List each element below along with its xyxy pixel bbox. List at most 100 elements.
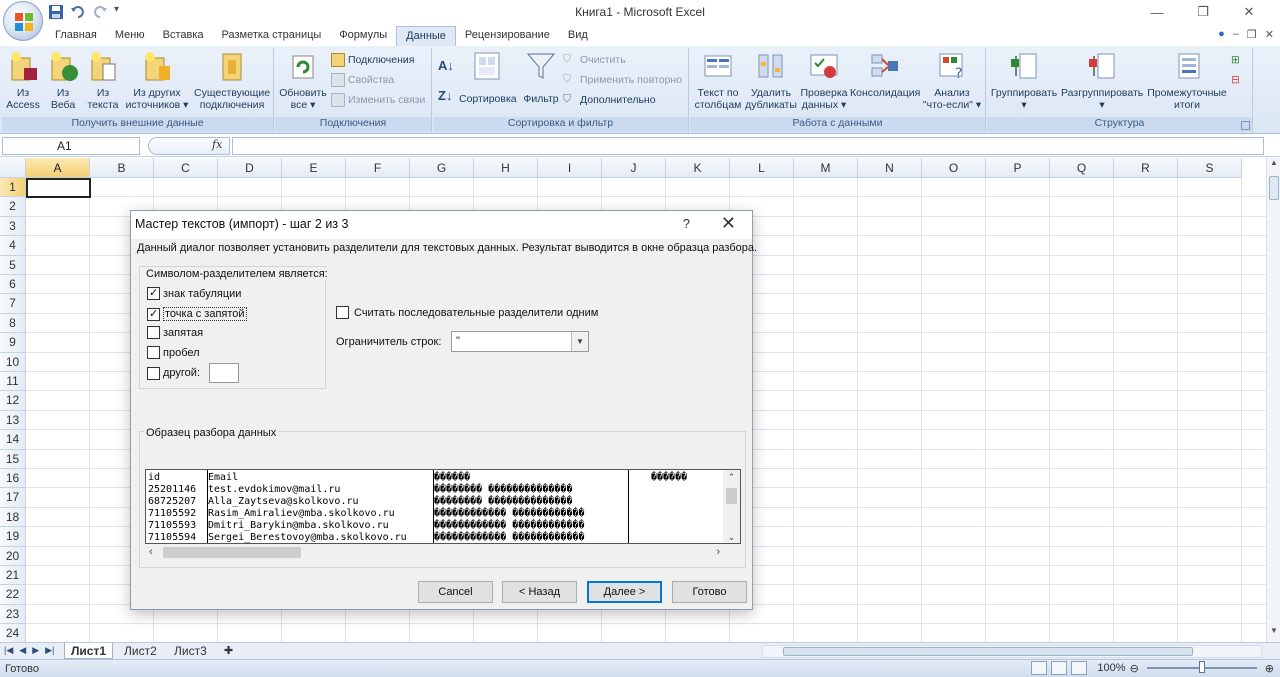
- scroll-up-icon[interactable]: ▲: [1267, 158, 1280, 174]
- column-header-G[interactable]: G: [410, 158, 474, 178]
- column-header-E[interactable]: E: [282, 158, 346, 178]
- from-text-button[interactable]: Из текста: [84, 50, 122, 111]
- normal-view-icon[interactable]: [1031, 661, 1048, 675]
- column-header-S[interactable]: S: [1178, 158, 1242, 178]
- ribbon-close-icon[interactable]: ✕: [1265, 28, 1274, 41]
- tab-review[interactable]: Рецензирование: [456, 26, 559, 46]
- dialog-close-icon[interactable]: ✕: [721, 213, 736, 234]
- column-header-D[interactable]: D: [218, 158, 282, 178]
- existing-connections-button[interactable]: Существующие подключения: [194, 50, 270, 111]
- chevron-left-icon[interactable]: ‹: [149, 546, 153, 558]
- back-button[interactable]: < Назад: [502, 581, 577, 603]
- ribbon-minimize-icon[interactable]: –: [1233, 28, 1239, 41]
- sheet-tab-3[interactable]: Лист3: [168, 643, 213, 659]
- row-header-12[interactable]: 12: [0, 391, 26, 411]
- zoom-in-icon[interactable]: ⊕: [1265, 662, 1274, 675]
- filter-button[interactable]: Фильтр: [519, 50, 563, 105]
- row-header-22[interactable]: 22: [0, 585, 26, 605]
- preview-vertical-thumb[interactable]: [726, 488, 737, 504]
- tab-formulas[interactable]: Формулы: [330, 26, 396, 46]
- outline-launcher-icon[interactable]: [1241, 121, 1250, 130]
- semicolon-checkbox[interactable]: [147, 307, 160, 321]
- column-header-M[interactable]: M: [794, 158, 858, 178]
- column-header-C[interactable]: C: [154, 158, 218, 178]
- vertical-scroll-thumb[interactable]: [1269, 176, 1279, 200]
- zoom-out-icon[interactable]: ⊖: [1130, 662, 1139, 675]
- ungroup-button[interactable]: Разгруппировать ▾: [1061, 50, 1143, 111]
- row-header-14[interactable]: 14: [0, 430, 26, 450]
- other-checkbox[interactable]: [147, 366, 160, 380]
- advanced-filter-button[interactable]: ⛉ Дополнительно: [563, 93, 656, 107]
- sort-za-icon[interactable]: Z↓: [438, 88, 452, 103]
- other-delimiter-input[interactable]: [209, 363, 240, 383]
- tab-view[interactable]: Вид: [559, 26, 597, 46]
- page-layout-view-icon[interactable]: [1051, 661, 1068, 675]
- row-header-17[interactable]: 17: [0, 488, 26, 508]
- cancel-button[interactable]: Cancel: [418, 581, 493, 603]
- preview-horizontal-thumb[interactable]: [163, 547, 301, 558]
- help-icon[interactable]: ●: [1218, 28, 1225, 41]
- page-break-view-icon[interactable]: [1071, 661, 1088, 675]
- comma-checkbox[interactable]: [147, 326, 160, 339]
- row-header-15[interactable]: 15: [0, 449, 26, 469]
- row-header-7[interactable]: 7: [0, 294, 26, 314]
- row-header-21[interactable]: 21: [0, 566, 26, 586]
- horizontal-scrollbar[interactable]: [762, 645, 1262, 658]
- prev-sheet-icon[interactable]: ◀: [19, 645, 26, 656]
- column-header-O[interactable]: O: [922, 158, 986, 178]
- properties-button[interactable]: Свойства: [331, 73, 394, 87]
- row-header-1[interactable]: 1: [0, 178, 26, 198]
- subtotal-button[interactable]: Промежуточные итоги: [1145, 50, 1229, 111]
- row-header-20[interactable]: 20: [0, 546, 26, 566]
- sheet-tab-1[interactable]: Лист1: [64, 643, 114, 659]
- finish-button[interactable]: Готово: [672, 581, 747, 603]
- chevron-up-icon[interactable]: ⌃: [723, 472, 740, 483]
- dialog-help-icon[interactable]: ?: [683, 216, 690, 231]
- row-header-23[interactable]: 23: [0, 604, 26, 625]
- tab-checkbox[interactable]: [147, 287, 160, 300]
- tab-data[interactable]: Данные: [396, 26, 456, 46]
- row-header-4[interactable]: 4: [0, 236, 26, 256]
- zoom-slider-knob[interactable]: [1198, 661, 1205, 673]
- row-header-24[interactable]: 24: [0, 624, 26, 642]
- row-header-11[interactable]: 11: [0, 372, 26, 392]
- consecutive-checkbox[interactable]: [336, 306, 349, 319]
- group-button[interactable]: Группировать ▾: [989, 50, 1059, 111]
- close-button[interactable]: ✕: [1226, 2, 1272, 22]
- column-header-A[interactable]: A: [26, 158, 90, 178]
- chevron-right-icon[interactable]: ›: [716, 546, 720, 558]
- hide-detail-icon[interactable]: ⊟: [1231, 74, 1245, 88]
- from-other-sources-button[interactable]: Из других источников ▾: [124, 50, 190, 111]
- text-to-columns-button[interactable]: Текст по столбцам: [692, 50, 744, 111]
- restore-button[interactable]: ❐: [1180, 2, 1226, 22]
- chevron-down-icon[interactable]: ▼: [571, 332, 588, 351]
- row-header-6[interactable]: 6: [0, 275, 26, 295]
- select-all-corner[interactable]: [0, 158, 26, 178]
- preview-vertical-scrollbar[interactable]: ⌃ ⌄: [723, 470, 740, 543]
- delimiter-comma-option[interactable]: запятая: [147, 326, 203, 339]
- data-validation-button[interactable]: Проверка данных ▾: [798, 50, 850, 111]
- column-header-J[interactable]: J: [602, 158, 666, 178]
- delimiter-semicolon-option[interactable]: точка с запятой: [147, 307, 247, 321]
- clear-filter-button[interactable]: ⛉ Очистить: [563, 53, 626, 67]
- edit-links-button[interactable]: Изменить связи: [331, 93, 425, 107]
- column-header-I[interactable]: I: [538, 158, 602, 178]
- row-header-19[interactable]: 19: [0, 527, 26, 547]
- ribbon-restore-icon[interactable]: ❐: [1247, 28, 1257, 41]
- zoom-level[interactable]: 100%: [1097, 662, 1125, 674]
- column-header-N[interactable]: N: [858, 158, 922, 178]
- sort-button[interactable]: Сортировка: [459, 50, 517, 105]
- sheet-tab-2[interactable]: Лист2: [118, 643, 163, 659]
- column-header-H[interactable]: H: [474, 158, 538, 178]
- sort-az-icon[interactable]: A↓: [438, 58, 454, 73]
- data-preview[interactable]: id 25201146 68725207 71105592 71105593 7…: [145, 469, 741, 544]
- chevron-down-icon[interactable]: ⌄: [723, 532, 740, 543]
- office-button[interactable]: [3, 1, 43, 41]
- space-checkbox[interactable]: [147, 346, 160, 359]
- first-sheet-icon[interactable]: |◀: [4, 645, 13, 656]
- row-header-10[interactable]: 10: [0, 352, 26, 372]
- row-header-2[interactable]: 2: [0, 197, 26, 217]
- vertical-scrollbar[interactable]: ▲ ▼: [1266, 158, 1280, 642]
- remove-duplicates-button[interactable]: Удалить дубликаты: [744, 50, 798, 111]
- tab-home[interactable]: Главная: [46, 26, 106, 46]
